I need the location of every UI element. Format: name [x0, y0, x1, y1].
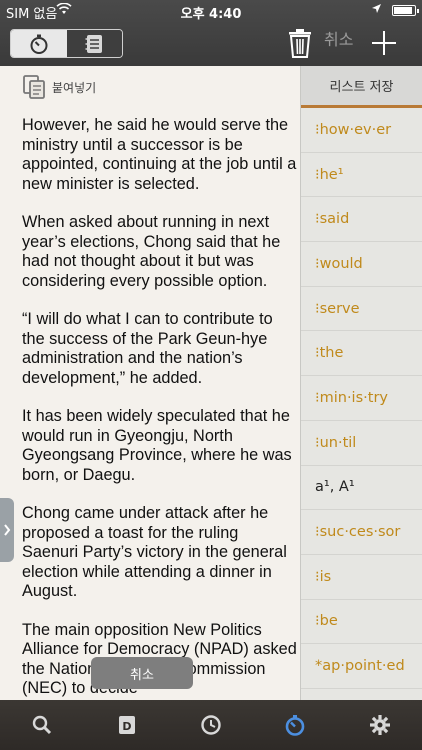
- top-toolbar: SIM 없음 오후 4:40 취소: [0, 0, 422, 66]
- article-text: However, he said he would serve the mini…: [22, 116, 298, 700]
- tab-settings[interactable]: [338, 700, 422, 750]
- clock-icon: [201, 715, 221, 735]
- article-paragraph: When asked about running in next year’s …: [22, 213, 281, 290]
- article-paragraph: “I will do what I can to contribute to t…: [22, 310, 273, 387]
- paste-button[interactable]: 붙여넣기: [22, 72, 96, 102]
- tab-dictionary[interactable]: D: [84, 700, 168, 750]
- word-list-item[interactable]: ⁝the: [301, 331, 422, 377]
- stopwatch-icon: [30, 34, 48, 54]
- bottom-tab-bar: D: [0, 700, 422, 750]
- paste-icon: [23, 75, 45, 99]
- word-list-item[interactable]: ⁝he¹: [301, 153, 422, 198]
- article-paragraph: Chong came under attack after he propose…: [22, 504, 287, 600]
- word-list-item[interactable]: ⁝how·ev·er: [301, 108, 422, 153]
- list-mode-tab[interactable]: [66, 30, 122, 57]
- battery-icon: [392, 5, 419, 16]
- status-time: 오후 4:40: [180, 7, 242, 22]
- search-icon: [33, 715, 52, 735]
- word-list-item[interactable]: ⁝would: [301, 242, 422, 287]
- chevron-right-icon: [4, 524, 11, 536]
- word-list-item[interactable]: ⁝serve: [301, 287, 422, 332]
- tab-search[interactable]: [0, 700, 84, 750]
- save-list-button[interactable]: 리스트 저장: [301, 66, 422, 108]
- word-list-item[interactable]: ⁝be: [301, 600, 422, 645]
- article-paragraph: However, he said he would serve the mini…: [22, 116, 297, 193]
- word-list-item[interactable]: *ap·point·ed: [301, 644, 422, 689]
- stopwatch-active-icon: [286, 715, 305, 736]
- dictionary-book-icon: D: [118, 716, 135, 734]
- location-arrow-icon: [371, 3, 382, 18]
- notebook-list-icon: [85, 34, 103, 53]
- stopwatch-mode-tab[interactable]: [11, 30, 67, 57]
- trash-icon[interactable]: [286, 28, 314, 58]
- word-list-item[interactable]: ⁝min·is·try: [301, 376, 422, 421]
- word-list-item[interactable]: ⁝said: [301, 197, 422, 243]
- tab-stopwatch[interactable]: [253, 700, 337, 750]
- word-list-item[interactable]: ⁝is: [301, 555, 422, 600]
- gear-icon: [369, 715, 390, 735]
- word-list-item[interactable]: ⁝suc·ces·sor: [301, 510, 422, 555]
- view-mode-segmented-control[interactable]: [10, 29, 123, 58]
- cancel-button[interactable]: 취소: [324, 26, 353, 50]
- status-bar: SIM 없음 오후 4:40: [0, 0, 422, 22]
- word-list-item[interactable]: ⁝un·til: [301, 421, 422, 466]
- word-list-item[interactable]: a¹, A¹: [301, 466, 422, 511]
- svg-text:D: D: [122, 720, 131, 733]
- drawer-handle[interactable]: [0, 498, 14, 562]
- tab-history[interactable]: [169, 700, 253, 750]
- word-list-sidebar: 리스트 저장 ⁝how·ev·er ⁝he¹ ⁝said ⁝would ⁝ser…: [300, 66, 422, 700]
- add-icon[interactable]: [371, 31, 397, 57]
- article-paragraph: It has been widely speculated that he wo…: [22, 407, 292, 484]
- cancel-toast-button[interactable]: 취소: [91, 657, 193, 689]
- paste-label: 붙여넣기: [52, 80, 97, 95]
